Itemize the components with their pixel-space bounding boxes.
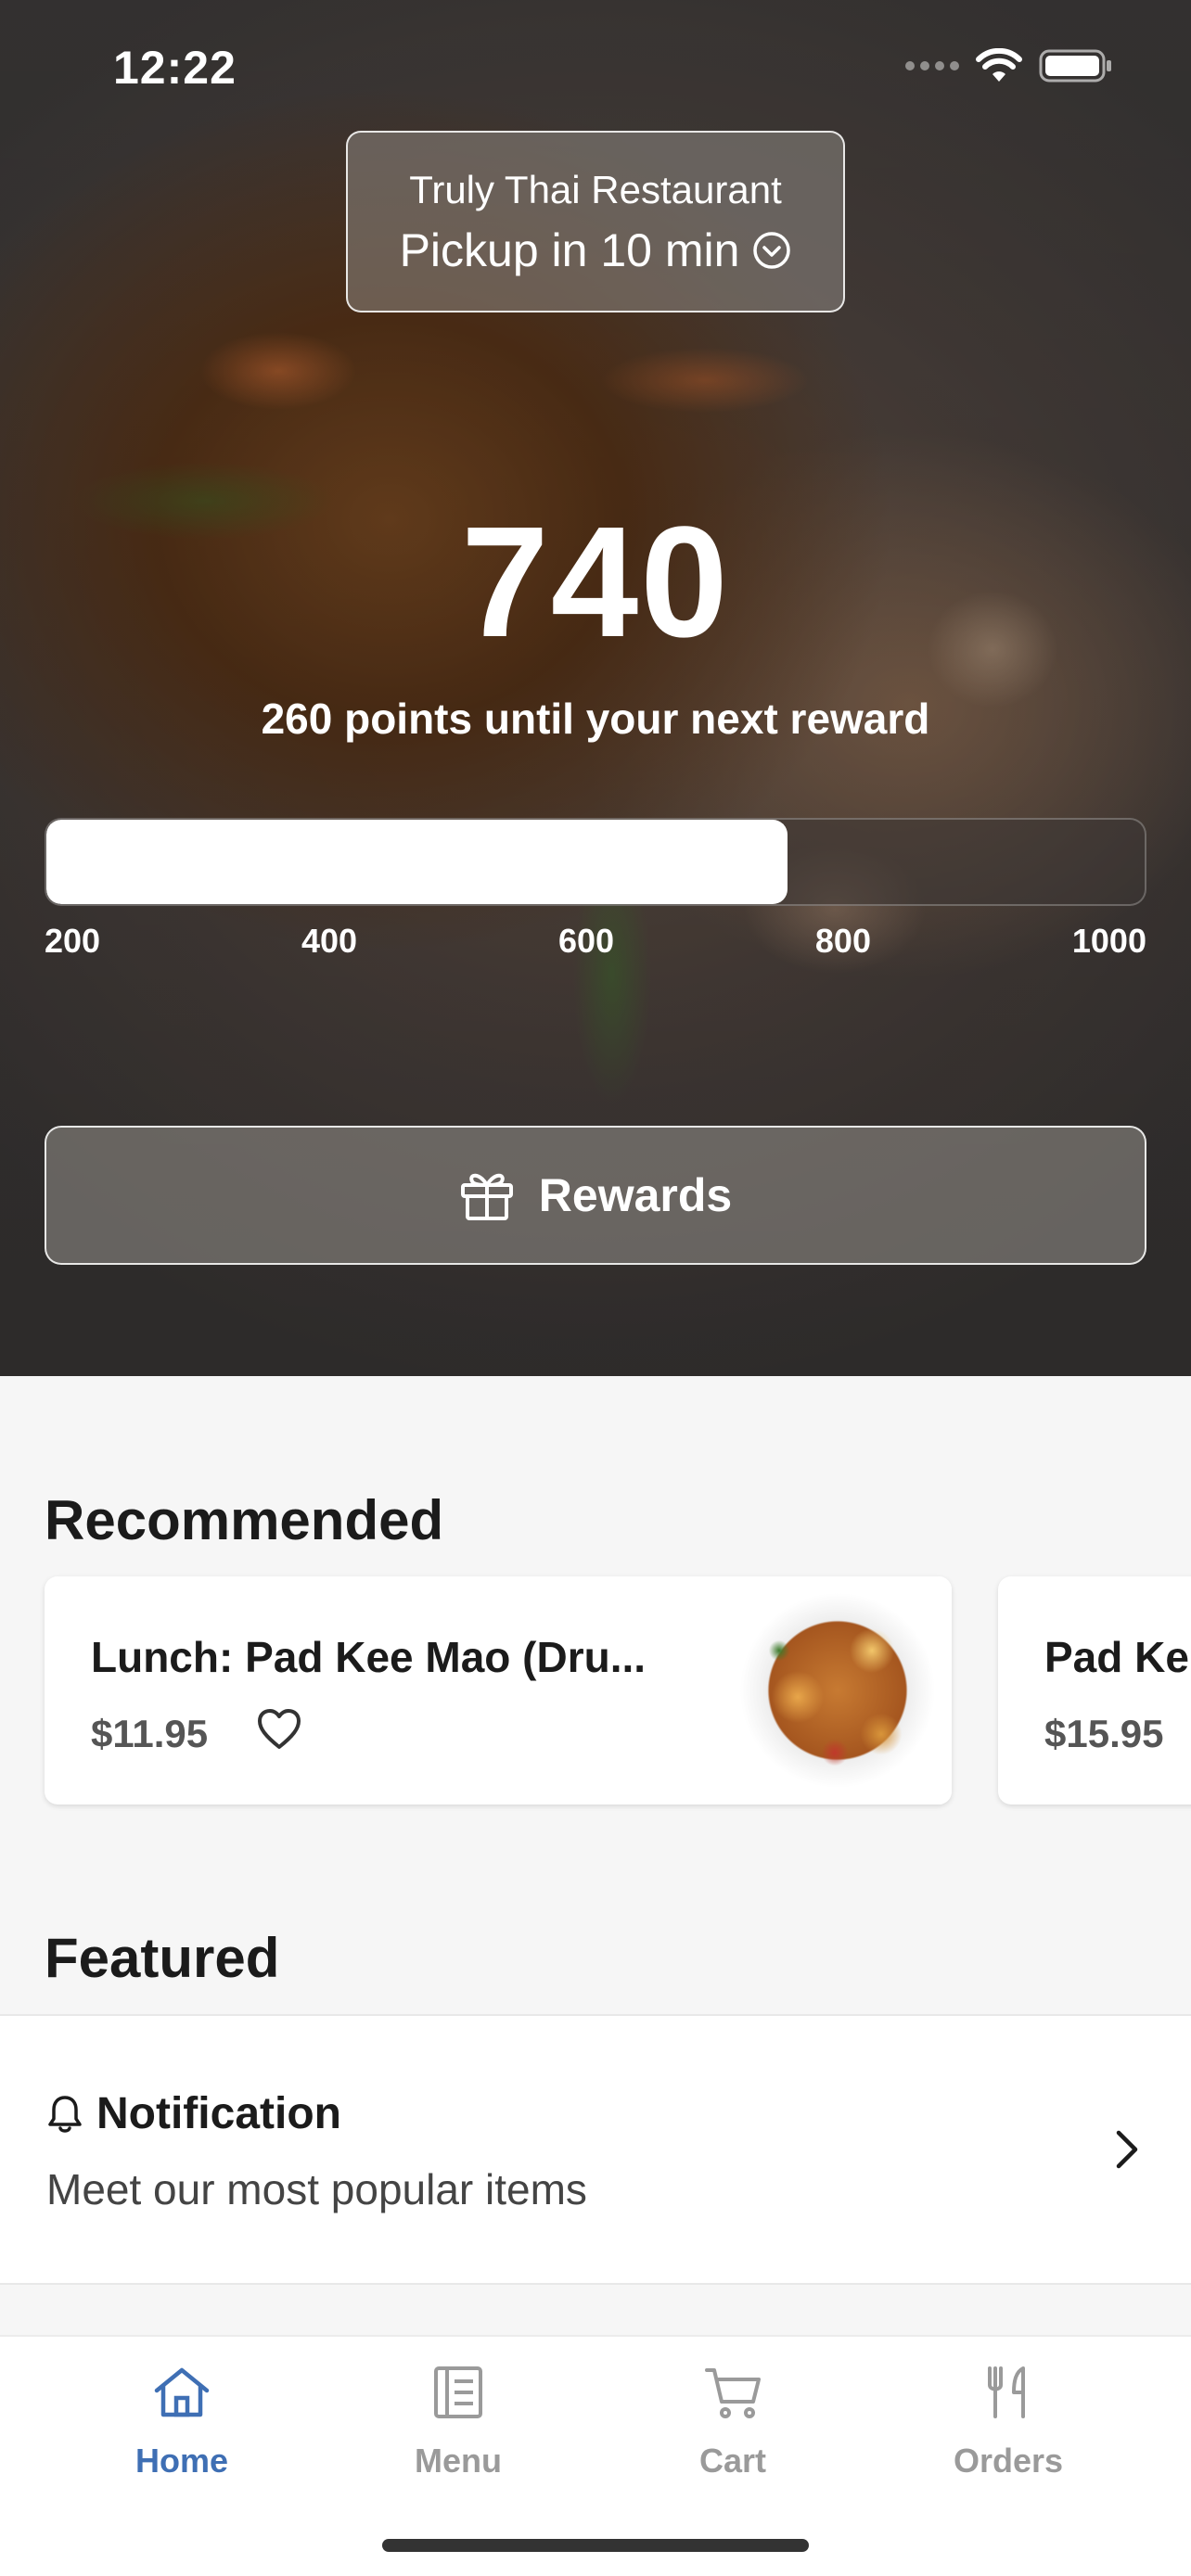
tab-orders[interactable]: Orders [906, 2365, 1110, 2480]
favorite-heart-icon[interactable] [256, 1708, 302, 1751]
tab-home-label: Home [134, 2442, 229, 2480]
pickup-time: Pickup in 10 min [400, 223, 792, 277]
item-photo [724, 1576, 952, 1804]
progress-tick-labels: 200 400 600 800 1000 [45, 922, 1146, 961]
tick-label: 400 [301, 922, 358, 960]
tab-home[interactable]: Home [80, 2365, 284, 2480]
tick-label: 800 [814, 922, 871, 960]
featured-heading: Featured [45, 1927, 280, 1989]
tab-cart[interactable]: Cart [631, 2365, 835, 2480]
chevron-down-circle-icon [753, 232, 791, 269]
item-name: Lunch: Pad Kee Mao (Dru... [91, 1633, 647, 1681]
status-bar: 12:22 [0, 0, 1191, 130]
points-caption: 260 points until your next reward [261, 695, 930, 743]
recommended-item-card[interactable]: Lunch: Pad Kee Mao (Dru... $11.95 [45, 1576, 952, 1804]
status-icons [905, 48, 1113, 83]
notification-title: Notification [46, 2088, 341, 2139]
tab-menu-label: Menu [415, 2442, 502, 2480]
gift-icon [460, 1173, 513, 1220]
rewards-button[interactable]: Rewards [45, 1126, 1146, 1265]
item-price: $11.95 [91, 1712, 209, 1755]
featured-notification-card[interactable]: Notification Meet our most popular items [0, 2014, 1191, 2285]
battery-icon [1039, 49, 1111, 83]
points-progress-bar [45, 818, 1146, 906]
restaurant-name: Truly Thai Restaurant [409, 168, 782, 211]
rewards-button-label: Rewards [538, 1169, 733, 1221]
cellular-signal-icon [905, 61, 959, 70]
pickup-selector[interactable]: Truly Thai Restaurant Pickup in 10 min [346, 131, 845, 312]
points-progress-fill [46, 820, 788, 904]
recommended-item-card[interactable]: Pad Ke $15.95 [998, 1576, 1191, 1804]
chevron-right-icon [1116, 2130, 1138, 2169]
cart-icon [705, 2368, 761, 2418]
item-name: Pad Ke [1044, 1633, 1189, 1681]
tab-orders-label: Orders [953, 2442, 1064, 2480]
tab-menu[interactable]: Menu [356, 2365, 560, 2480]
pickup-time-label: Pickup in 10 min [399, 224, 740, 276]
status-time: 12:22 [113, 42, 237, 94]
tick-label: 600 [557, 922, 615, 960]
recommended-heading: Recommended [45, 1489, 444, 1551]
tick-label: 1000 [1071, 922, 1146, 960]
item-price: $15.95 [1044, 1712, 1164, 1755]
notification-subtitle: Meet our most popular items [46, 2165, 587, 2213]
home-indicator [382, 2539, 809, 2552]
menu-icon [434, 2366, 482, 2418]
tab-cart-label: Cart [698, 2442, 767, 2480]
wifi-icon [976, 48, 1022, 82]
bell-icon [48, 2095, 82, 2133]
home-icon [154, 2367, 210, 2417]
fork-knife-icon [988, 2366, 1025, 2418]
tick-label: 200 [45, 922, 101, 960]
points-value: 740 [461, 494, 730, 670]
notification-title-label: Notification [96, 2089, 341, 2138]
